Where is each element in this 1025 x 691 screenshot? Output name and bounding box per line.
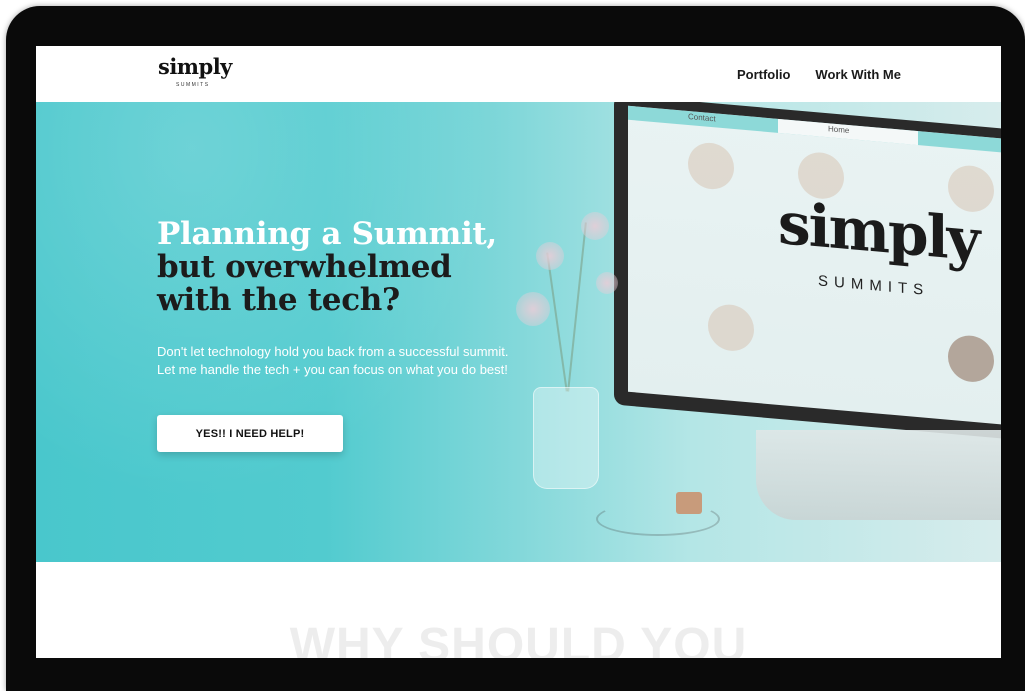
monitor-image: Contact Home simply SUMMITS bbox=[614, 102, 1001, 440]
vase bbox=[533, 387, 599, 489]
flower-icon bbox=[581, 212, 609, 240]
site-logo[interactable]: simply SUMMITS bbox=[158, 56, 238, 96]
browser-viewport: simply SUMMITS Portfolio Work With Me Co… bbox=[36, 46, 1001, 658]
monitor-screen: Contact Home simply SUMMITS bbox=[628, 105, 1001, 426]
monitor-base bbox=[756, 430, 1001, 520]
video-face-icon bbox=[708, 302, 754, 353]
nav-work-with-me-link[interactable]: Work With Me bbox=[815, 67, 901, 82]
hero-title-line: but overwhelmed bbox=[157, 248, 452, 285]
device-frame: simply SUMMITS Portfolio Work With Me Co… bbox=[6, 6, 1025, 691]
flower-icon bbox=[596, 272, 618, 294]
hero-title-line: with the tech? bbox=[157, 281, 400, 318]
section-heading: WHY SHOULD YOU bbox=[289, 619, 748, 658]
hero-curtain-overlay bbox=[36, 102, 556, 562]
hero-section: Contact Home simply SUMMITS Planning a S… bbox=[36, 102, 1001, 562]
hero-title-highlight: Planning a Summit, bbox=[157, 215, 497, 252]
main-nav: Portfolio Work With Me bbox=[737, 67, 901, 82]
logo-subtext: SUMMITS bbox=[176, 82, 210, 88]
screen-brand-text: simply bbox=[778, 188, 979, 275]
screen-tab-home: Home bbox=[828, 124, 850, 136]
site-header: simply SUMMITS Portfolio Work With Me bbox=[36, 46, 1001, 102]
video-face-icon bbox=[948, 333, 994, 384]
nav-portfolio-link[interactable]: Portfolio bbox=[737, 67, 790, 82]
video-face-icon bbox=[688, 140, 734, 192]
hero-description: Don't let technology hold you back from … bbox=[157, 344, 509, 377]
need-help-button[interactable]: YES!! I NEED HELP! bbox=[157, 415, 343, 452]
screen-brand-subtext: SUMMITS bbox=[818, 272, 930, 300]
logo-text: simply bbox=[158, 54, 232, 79]
hero-title: Planning a Summit, but overwhelmed with … bbox=[157, 215, 577, 318]
cable bbox=[596, 502, 720, 536]
